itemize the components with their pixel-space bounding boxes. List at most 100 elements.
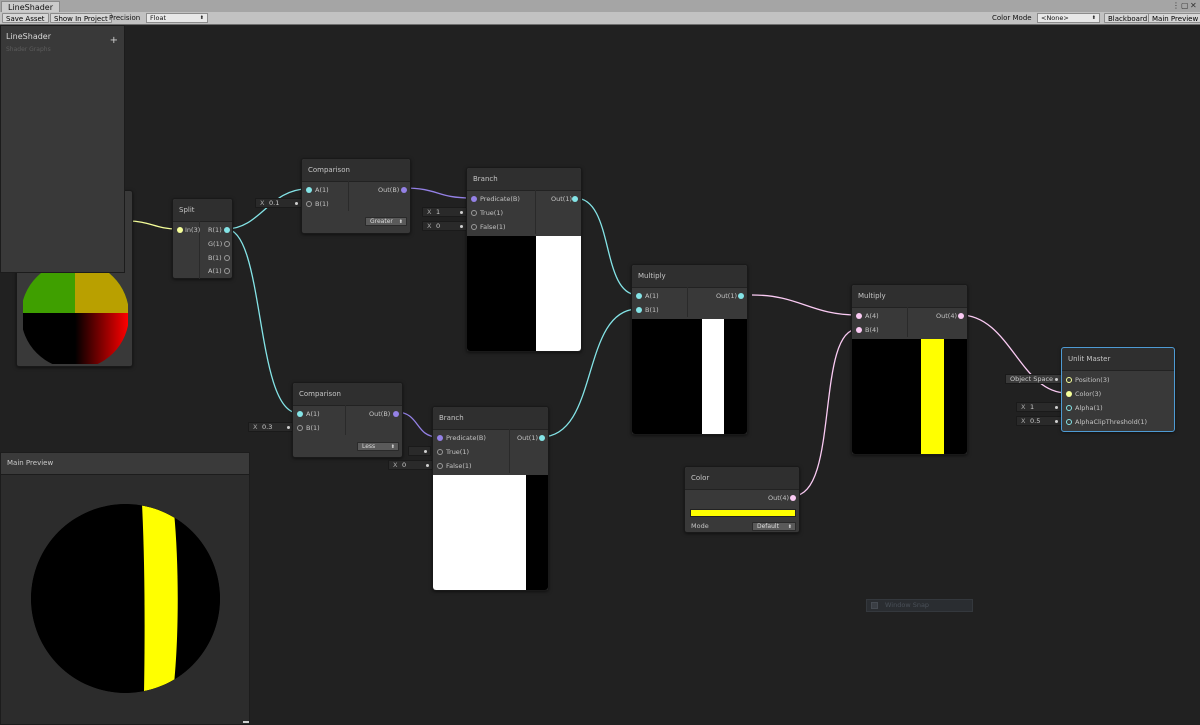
color-out-port[interactable] xyxy=(790,495,796,501)
branch-bottom-title[interactable]: Branch xyxy=(433,407,548,430)
split-output-a-port[interactable] xyxy=(224,268,230,274)
unlit-master-title[interactable]: Unlit Master xyxy=(1062,348,1174,371)
context-menu-icon[interactable]: ⋮ xyxy=(1172,1,1180,11)
color-mode-dropdown[interactable]: Default ⬍ xyxy=(752,522,796,531)
multiply-2-a-port[interactable] xyxy=(856,313,862,319)
comparison-top-b-label: B(1) xyxy=(315,200,329,208)
main-preview-panel[interactable]: Main Preview xyxy=(0,452,250,725)
color-node-title[interactable]: Color xyxy=(685,467,799,490)
show-in-project-button[interactable]: Show In Project xyxy=(50,13,112,23)
branch-bottom-node[interactable]: Branch Predicate(B) True(1) False(1) Out… xyxy=(432,406,549,591)
save-asset-button[interactable]: Save Asset xyxy=(2,13,49,23)
branch-bottom-true-field[interactable] xyxy=(408,446,431,456)
position-space-field[interactable]: Object Space xyxy=(1005,374,1062,384)
multiply-1-a-port[interactable] xyxy=(636,293,642,299)
comparison-bottom-a-port[interactable] xyxy=(297,411,303,417)
multiply-1-out-port[interactable] xyxy=(738,293,744,299)
master-alpha-clip-label: AlphaClipThreshold(1) xyxy=(1075,418,1147,426)
multiply-2-b-port[interactable] xyxy=(856,327,862,333)
branch-top-preview xyxy=(467,236,581,351)
window-snap-checkbox[interactable] xyxy=(871,602,878,609)
chevron-updown-icon: ⬍ xyxy=(1091,15,1096,21)
comparison-top-title[interactable]: Comparison xyxy=(302,159,410,182)
chevron-updown-icon: ⬍ xyxy=(390,444,395,450)
branch-bottom-out-port[interactable] xyxy=(539,435,545,441)
comparison-bottom-b-axis: X xyxy=(253,423,258,431)
branch-top-false-port[interactable] xyxy=(471,224,477,230)
split-output-b-port[interactable] xyxy=(224,255,230,261)
branch-top-node[interactable]: Branch Predicate(B) True(1) False(1) Out… xyxy=(466,167,582,352)
alpha-field[interactable]: X 1 xyxy=(1016,402,1062,412)
comparison-top-mode-dropdown[interactable]: Greater ⬍ xyxy=(365,217,407,226)
branch-top-title[interactable]: Branch xyxy=(467,168,581,191)
alpha-clip-value: 0.5 xyxy=(1030,417,1041,425)
split-output-g-port[interactable] xyxy=(224,241,230,247)
shader-graph-window: LineShader ⋮ ▢ ✕ Save Asset Show In Proj… xyxy=(0,0,1200,725)
comparison-top-out-port[interactable] xyxy=(401,187,407,193)
split-node[interactable]: Split In(3) R(1) G(1) B(1) A(1) xyxy=(172,198,233,279)
comparison-top-node[interactable]: Comparison A(1) B(1) Out(B) Greater ⬍ xyxy=(301,158,411,234)
multiply-2-b-label: B(4) xyxy=(865,326,879,334)
color-node[interactable]: Color Out(4) Mode Default ⬍ xyxy=(684,466,800,533)
master-position-port[interactable] xyxy=(1066,377,1072,383)
branch-bottom-false-field[interactable]: X 0 xyxy=(388,460,433,470)
branch-bottom-preview xyxy=(433,475,548,590)
precision-select[interactable]: Float ⬍ xyxy=(146,13,208,23)
color-mode-select[interactable]: <None> ⬍ xyxy=(1037,13,1100,23)
branch-top-true-field[interactable]: X 1 xyxy=(422,207,467,217)
comparison-bottom-b-field[interactable]: X 0.3 xyxy=(248,422,294,432)
branch-bottom-pred-port[interactable] xyxy=(437,435,443,441)
master-alpha-clip-port[interactable] xyxy=(1066,419,1072,425)
comparison-bottom-out-port[interactable] xyxy=(393,411,399,417)
branch-bottom-true-port[interactable] xyxy=(437,449,443,455)
master-alpha-port[interactable] xyxy=(1066,405,1072,411)
window-snap-label: Window Snap xyxy=(885,601,930,609)
multiply-1-title[interactable]: Multiply xyxy=(632,265,747,288)
multiply-1-b-port[interactable] xyxy=(636,307,642,313)
window-snap-toggle[interactable]: Window Snap xyxy=(866,599,973,612)
main-preview-sphere[interactable] xyxy=(31,504,220,693)
add-property-icon[interactable]: + xyxy=(110,36,118,46)
toolbar: Save Asset Show In Project Precision Flo… xyxy=(0,12,1200,25)
branch-bottom-false-port[interactable] xyxy=(437,463,443,469)
comparison-bottom-title[interactable]: Comparison xyxy=(293,383,402,406)
comparison-bottom-mode-dropdown[interactable]: Less ⬍ xyxy=(357,442,399,451)
color-swatch[interactable] xyxy=(690,509,796,517)
main-preview-toggle-button[interactable]: Main Preview xyxy=(1148,13,1200,23)
maximize-icon[interactable]: ▢ xyxy=(1181,1,1189,11)
alpha-clip-field[interactable]: X 0.5 xyxy=(1016,416,1062,426)
color-out-label: Out(4) xyxy=(768,494,789,502)
split-input-port[interactable] xyxy=(177,227,183,233)
unlit-master-node[interactable]: Unlit Master Position(3) Color(3) Alpha(… xyxy=(1061,347,1175,432)
multiply-2-title[interactable]: Multiply xyxy=(852,285,967,308)
comparison-top-a-port[interactable] xyxy=(306,187,312,193)
branch-top-out-port[interactable] xyxy=(572,196,578,202)
color-mode-label: Color Mode xyxy=(992,14,1032,22)
split-node-title[interactable]: Split xyxy=(173,199,232,222)
comparison-bottom-node[interactable]: Comparison A(1) B(1) Out(B) Less ⬍ xyxy=(292,382,403,458)
branch-top-true-port[interactable] xyxy=(471,210,477,216)
split-output-r-port[interactable] xyxy=(224,227,230,233)
comparison-top-b-port[interactable] xyxy=(306,201,312,207)
branch-top-pred-port[interactable] xyxy=(471,196,477,202)
blackboard-toggle-button[interactable]: Blackboard xyxy=(1104,13,1152,23)
blackboard-title: LineShader xyxy=(6,32,52,41)
multiply-2-out-label: Out(4) xyxy=(936,312,957,320)
uv-preview-sphere xyxy=(23,267,128,364)
main-preview-render xyxy=(31,504,220,693)
branch-bottom-false-label: False(1) xyxy=(446,462,472,470)
chevron-updown-icon: ⬍ xyxy=(199,15,204,21)
master-alpha-label: Alpha(1) xyxy=(1075,404,1103,412)
master-position-label: Position(3) xyxy=(1075,376,1110,384)
close-icon[interactable]: ✕ xyxy=(1190,1,1197,11)
multiply-2-node[interactable]: Multiply A(4) B(4) Out(4) xyxy=(851,284,968,455)
multiply-2-out-port[interactable] xyxy=(958,313,964,319)
comparison-bottom-b-port[interactable] xyxy=(297,425,303,431)
resize-handle[interactable] xyxy=(243,721,249,723)
master-color-port[interactable] xyxy=(1066,391,1072,397)
comparison-top-mode-value: Greater xyxy=(370,218,393,225)
position-space-value: Object Space xyxy=(1010,375,1054,383)
comparison-top-b-field[interactable]: X 0.1 xyxy=(255,198,302,208)
branch-top-false-field[interactable]: X 0 xyxy=(422,221,467,231)
multiply-1-node[interactable]: Multiply A(1) B(1) Out(1) xyxy=(631,264,748,435)
